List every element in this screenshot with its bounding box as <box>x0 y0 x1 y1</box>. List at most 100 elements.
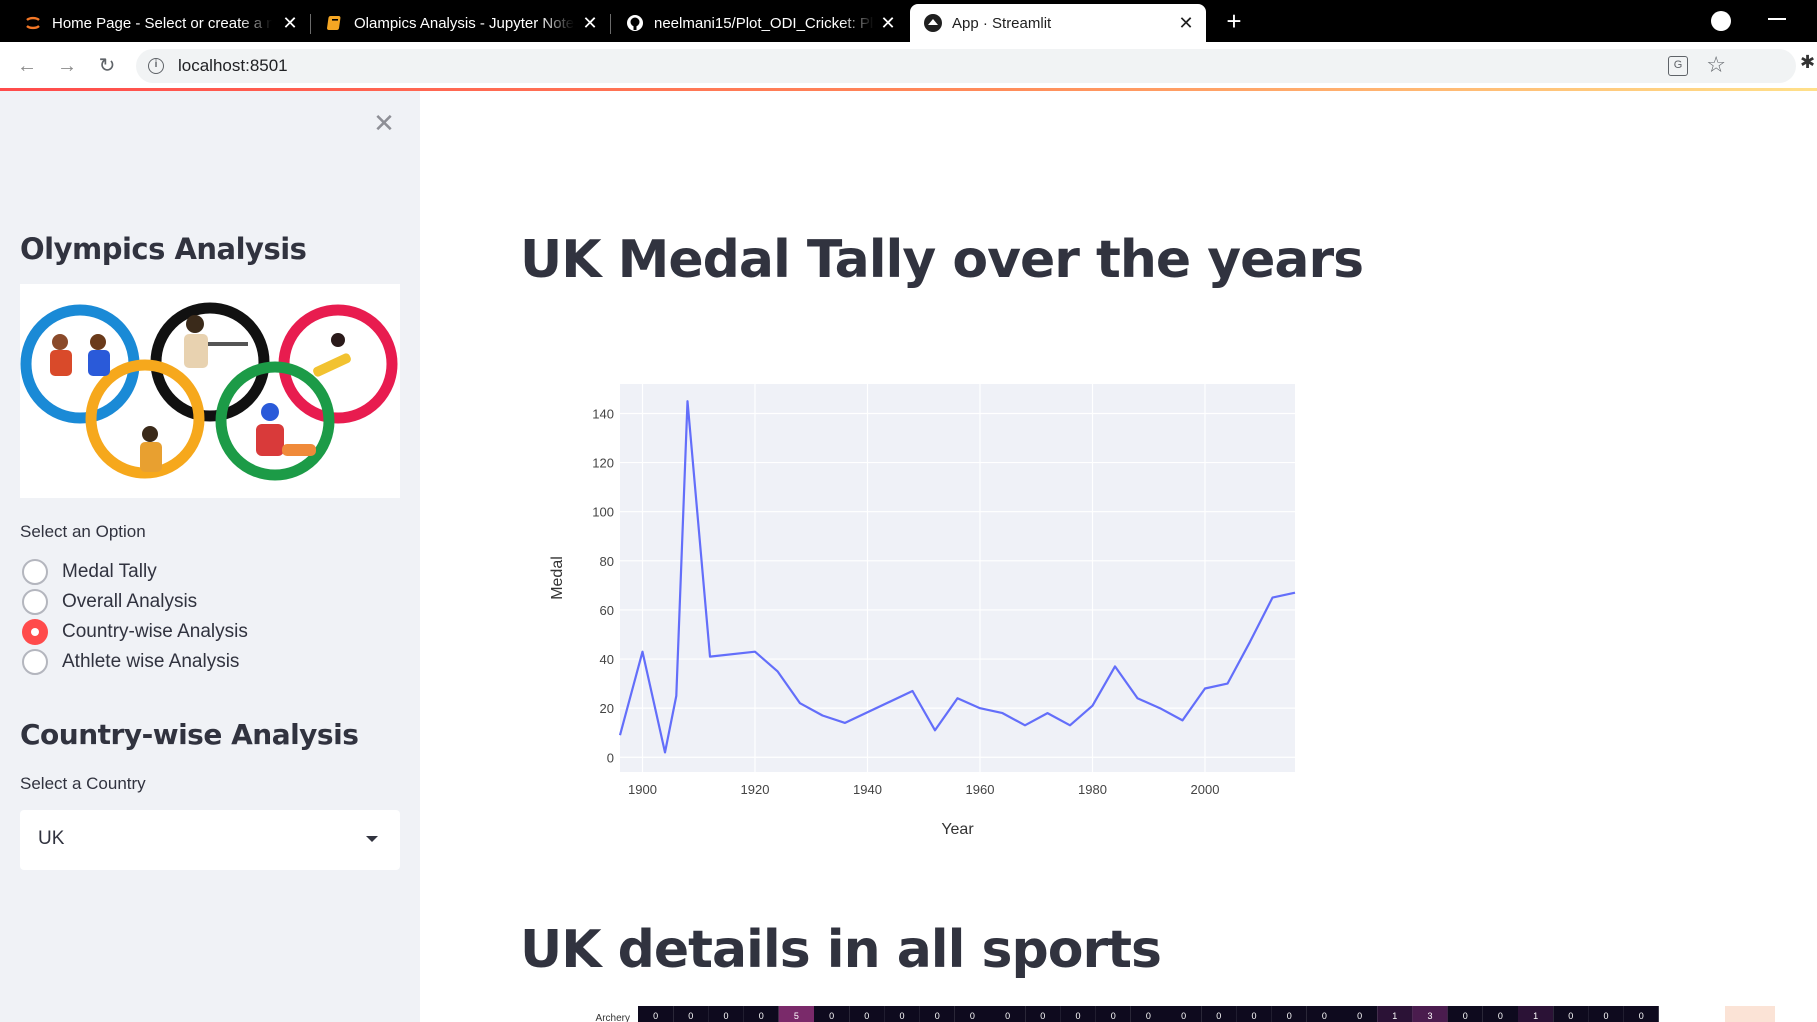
heatmap-cell-value: 0 <box>1181 1011 1186 1021</box>
url-text: localhost:8501 <box>178 56 288 75</box>
heatmap-cell-value: 0 <box>1216 1011 1221 1021</box>
heatmap-cell-value: 0 <box>1251 1011 1256 1021</box>
tab-separator <box>310 14 311 34</box>
country-select-value: UK <box>38 828 65 849</box>
heatmap-cell-value: 0 <box>1568 1011 1573 1021</box>
address-bar[interactable]: i localhost:8501 G ☆ <box>136 49 1796 83</box>
x-tick-label: 1920 <box>741 782 770 797</box>
heatmap-row-label: Archery <box>596 1013 630 1022</box>
tab-github-repo[interactable]: neelmani15/Plot_ODI_Cricket: Plot ✕ <box>612 4 908 42</box>
heatmap-cell-value: 0 <box>1357 1011 1362 1021</box>
y-tick-label: 20 <box>600 701 614 716</box>
plot-area <box>620 384 1295 772</box>
radio-button-selected[interactable] <box>22 619 48 645</box>
bookmark-star-icon[interactable]: ☆ <box>1706 52 1726 78</box>
y-tick-label: 120 <box>592 456 614 471</box>
sidebar-section-title: Country-wise Analysis <box>20 718 359 751</box>
sports-heatmap: Archery 0 0 0 0 5 0 0 0 0 0 0 0 0 0 0 0 0 0 0 0 0 1 3 0 0 1 0 0 0 <box>596 1006 1775 1022</box>
close-icon[interactable]: ✕ <box>580 13 600 33</box>
heatmap-cell-value: 0 <box>1463 1011 1468 1021</box>
heatmap-cell-value: 0 <box>1005 1011 1010 1021</box>
browser-toolbar: ← → ↻ i localhost:8501 G ☆ ✱ <box>0 42 1817 90</box>
olympic-rings-image <box>20 284 400 498</box>
github-icon <box>626 14 644 32</box>
tab-streamlit-app[interactable]: App · Streamlit ✕ <box>910 4 1206 42</box>
radio-label: Medal Tally <box>62 561 157 582</box>
tab-home-page[interactable]: Home Page - Select or create a notebook … <box>10 4 310 42</box>
radio-label: Country-wise Analysis <box>62 621 248 642</box>
close-icon[interactable]: ✕ <box>280 13 300 33</box>
heatmap-cell-value: 0 <box>970 1011 975 1021</box>
notebook-icon <box>326 14 344 32</box>
heatmap-cell-value: 0 <box>1075 1011 1080 1021</box>
extensions-icon[interactable]: ✱ <box>1800 52 1815 73</box>
sidebar-title: Olympics Analysis <box>20 232 307 266</box>
heatmap-cell-value: 0 <box>1603 1011 1608 1021</box>
tab-title: Olampics Analysis - Jupyter Notebook <box>354 14 574 32</box>
tab-olampics-notebook[interactable]: Olampics Analysis - Jupyter Notebook ✕ <box>312 4 610 42</box>
radio-button[interactable] <box>22 649 48 675</box>
y-tick-label: 0 <box>607 750 614 765</box>
tab-separator <box>610 14 611 34</box>
heatmap-cell-value: 5 <box>794 1011 799 1021</box>
minimize-button[interactable] <box>1768 6 1786 20</box>
reload-icon[interactable]: ↻ <box>93 52 121 80</box>
select-option-label: Select an Option <box>20 522 146 541</box>
sidebar: ✕ Olympics Analysis Select an Option Med… <box>0 91 420 1022</box>
y-axis-label: Medal <box>549 556 566 600</box>
heatmap-cell-value: 0 <box>759 1011 764 1021</box>
profile-icon[interactable] <box>1711 11 1731 31</box>
y-tick-label: 60 <box>600 603 614 618</box>
heatmap-cell-value: 0 <box>829 1011 834 1021</box>
heatmap-cell-value: 1 <box>1392 1011 1397 1021</box>
heatmap-cell-value: 0 <box>899 1011 904 1021</box>
translate-icon[interactable]: G <box>1668 56 1688 76</box>
y-tick-label: 40 <box>600 652 614 667</box>
heatmap-cell-value: 0 <box>1639 1011 1644 1021</box>
y-tick-label: 80 <box>600 554 614 569</box>
heatmap-cell-value: 3 <box>1427 1011 1432 1021</box>
radio-button[interactable] <box>22 559 48 585</box>
tab-title: neelmani15/Plot_ODI_Cricket: Plot <box>654 14 874 32</box>
jupyter-icon <box>24 14 42 32</box>
heatmap-cell-value: 0 <box>688 1011 693 1021</box>
heatmap-cell-value: 0 <box>1111 1011 1116 1021</box>
x-tick-label: 2000 <box>1191 782 1220 797</box>
browser-tab-strip: Home Page - Select or create a notebook … <box>0 0 1817 42</box>
radio-label: Athlete wise Analysis <box>62 651 240 672</box>
heatmap-cell-value: 0 <box>1287 1011 1292 1021</box>
heatmap-cell-value: 0 <box>653 1011 658 1021</box>
back-icon[interactable]: ← <box>13 52 41 80</box>
forward-icon[interactable]: → <box>53 52 81 80</box>
x-tick-label: 1980 <box>1078 782 1107 797</box>
y-tick-label: 100 <box>592 505 614 520</box>
x-tick-label: 1960 <box>966 782 995 797</box>
x-tick-label: 1900 <box>628 782 657 797</box>
select-country-label: Select a Country <box>20 774 146 793</box>
close-icon[interactable]: ✕ <box>878 13 898 33</box>
heatmap-cell-value: 0 <box>935 1011 940 1021</box>
close-sidebar-icon[interactable]: ✕ <box>372 110 396 136</box>
radio-button[interactable] <box>22 589 48 615</box>
x-axis-label: Year <box>941 821 974 838</box>
streamlit-icon <box>924 14 942 32</box>
close-icon[interactable]: ✕ <box>1176 13 1196 33</box>
radio-label: Overall Analysis <box>62 591 198 612</box>
tab-title: App · Streamlit <box>952 14 1052 32</box>
heatmap-cell-value: 0 <box>723 1011 728 1021</box>
heatmap-colorbar <box>1725 1006 1775 1022</box>
medal-line-chart: 1900 1920 1940 1960 1980 2000 0 20 40 60 80 100 120 1… <box>549 384 1296 838</box>
radio-medal-tally[interactable]: Medal Tally <box>22 559 157 585</box>
info-icon[interactable]: i <box>148 58 164 74</box>
radio-country-wise-analysis[interactable]: Country-wise Analysis <box>22 619 248 645</box>
chevron-down-icon <box>366 836 378 842</box>
country-select[interactable]: UK <box>20 810 400 870</box>
radio-overall-analysis[interactable]: Overall Analysis <box>22 589 197 615</box>
section-title: UK details in all sports <box>520 920 1162 980</box>
heatmap-cell-value: 0 <box>1498 1011 1503 1021</box>
new-tab-button[interactable]: + <box>1220 8 1248 36</box>
x-tick-label: 1940 <box>853 782 882 797</box>
radio-athlete-wise-analysis[interactable]: Athlete wise Analysis <box>22 649 239 675</box>
heatmap-cell-value: 0 <box>864 1011 869 1021</box>
heatmap-cell-value: 1 <box>1533 1011 1538 1021</box>
